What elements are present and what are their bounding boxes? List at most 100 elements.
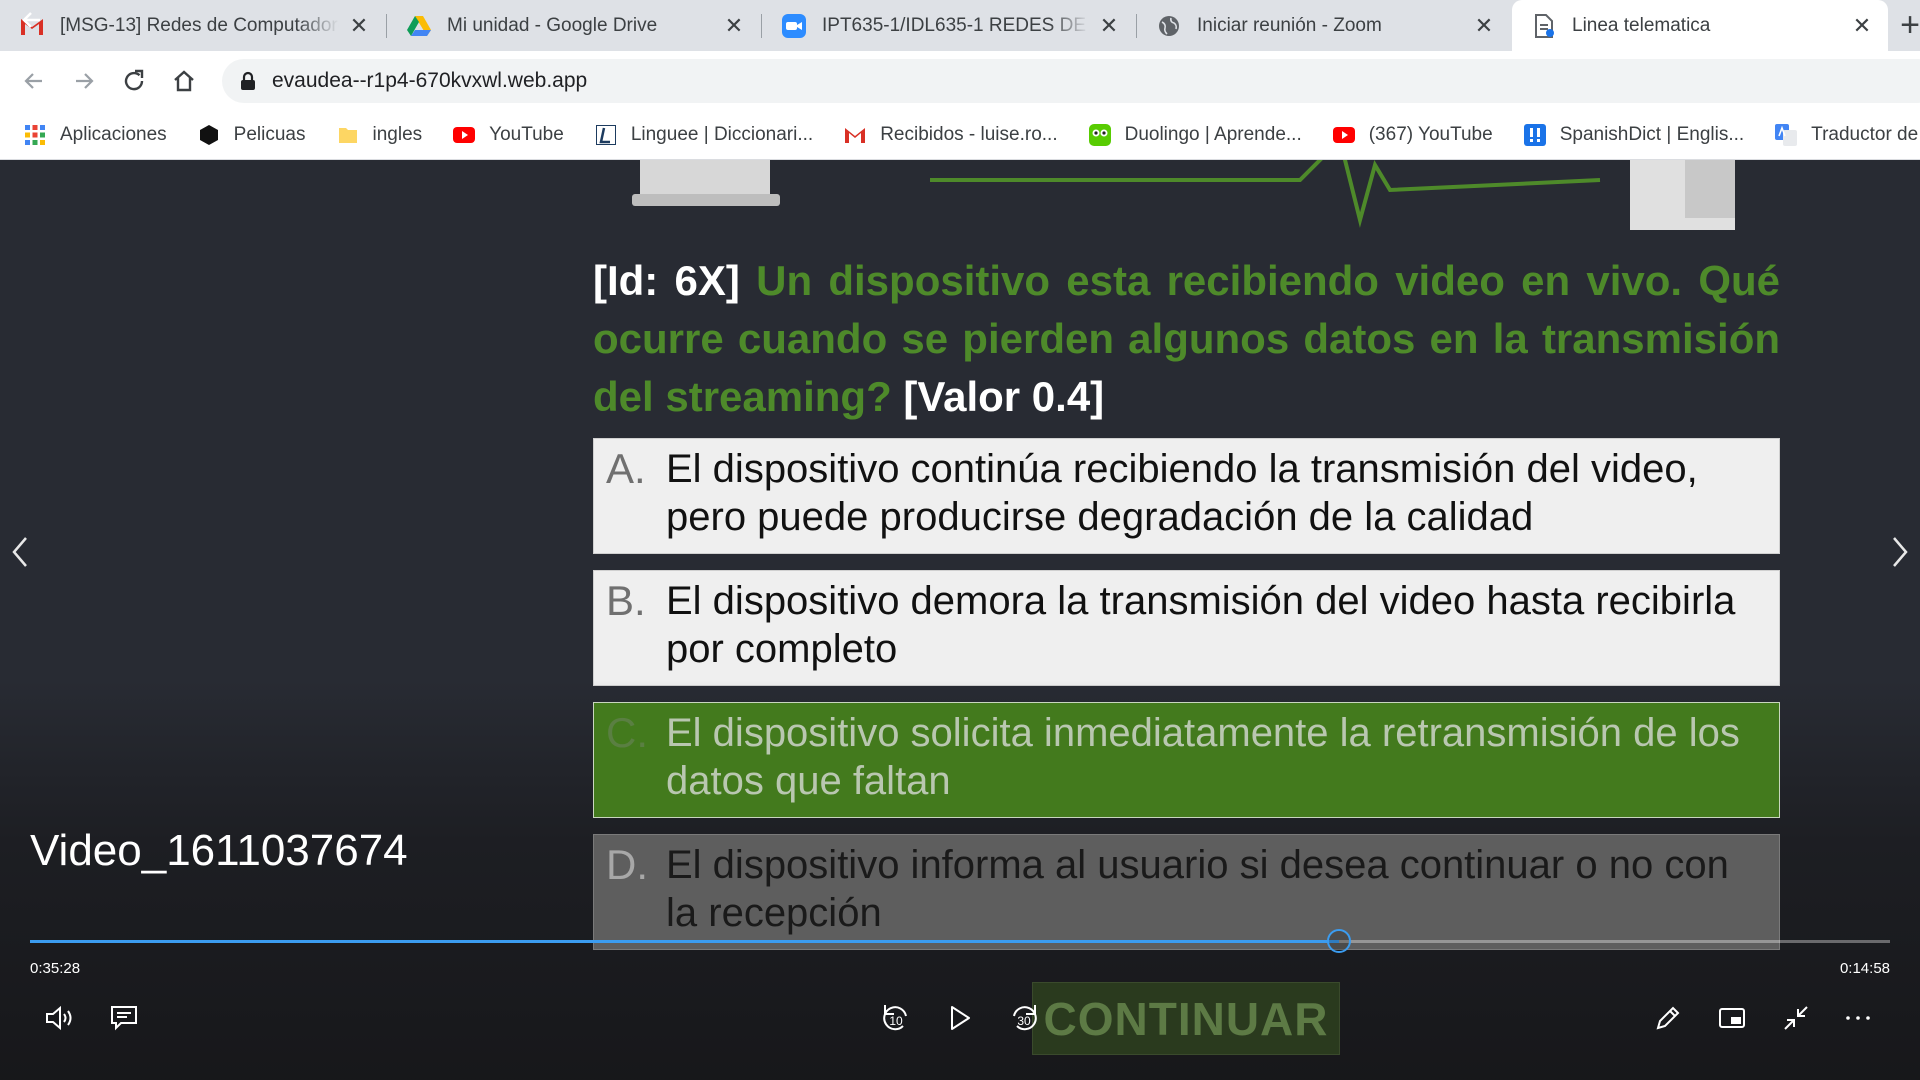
seek-progress	[30, 940, 1339, 943]
edit-button[interactable]	[1648, 998, 1688, 1038]
bookmarks-bar: Aplicaciones Pelicuas ingles YouTube Lin…	[0, 110, 1920, 160]
play-button[interactable]	[940, 998, 980, 1038]
folder-icon	[337, 124, 359, 146]
volume-button[interactable]	[40, 998, 80, 1038]
fast-forward-icon: 30	[1013, 1005, 1037, 1031]
option-b[interactable]: B. El dispositivo demora la transmisión …	[593, 570, 1780, 686]
toolbar: evaudea--r1p4-670kvxwl.web.app	[0, 51, 1920, 110]
bookmark-label: (367) YouTube	[1368, 123, 1493, 145]
exit-fullscreen-button[interactable]	[1776, 998, 1816, 1038]
close-icon[interactable]: ✕	[1099, 14, 1119, 36]
home-icon	[174, 70, 194, 92]
video-player[interactable]: [Id: 6X] Un dispositivo esta recibiendo …	[0, 160, 1920, 1080]
seek-bar[interactable]	[30, 929, 1890, 953]
bookmark-traductor[interactable]: Traductor de Google	[1775, 123, 1920, 146]
play-icon	[951, 1006, 970, 1030]
video-title: Video_1611037674	[30, 826, 408, 875]
option-letter: B.	[606, 577, 646, 624]
skip-forward-button[interactable]: 30	[1004, 998, 1044, 1038]
seek-thumb[interactable]	[1326, 929, 1351, 953]
tab-title: Linea telematica	[1572, 14, 1711, 36]
tab-strip: [MSG-13] Redes de Computadores ✕ Mi unid…	[0, 0, 1920, 51]
bookmark-label: ingles	[372, 123, 423, 145]
bookmark-ingles[interactable]: ingles	[337, 123, 423, 146]
bookmark-label: Aplicaciones	[60, 123, 167, 145]
question-text: [Id: 6X] Un dispositivo esta recibiendo …	[593, 252, 1780, 426]
tab-iniciar-reunion[interactable]: Iniciar reunión - Zoom ✕	[1137, 0, 1510, 51]
arrow-right-icon	[76, 73, 94, 89]
tab-title: Iniciar reunión - Zoom	[1197, 14, 1382, 36]
page-icon	[1532, 13, 1556, 38]
skip-back-button[interactable]: 10	[876, 998, 916, 1038]
close-icon[interactable]: ✕	[349, 14, 369, 36]
continue-button[interactable]: CONTINUAR	[1032, 982, 1340, 1055]
gmail-icon	[844, 124, 866, 146]
bookmark-label: Recibidos - luise.ro...	[880, 123, 1058, 145]
bookmark-youtube[interactable]: YouTube	[453, 124, 564, 146]
captions-button[interactable]	[104, 998, 144, 1038]
next-slide-button[interactable]	[1885, 522, 1915, 582]
back-button[interactable]	[16, 63, 52, 99]
tab-title: IPT635-1/IDL635-1 REDES DE COMPUTADORES	[822, 14, 1089, 36]
tab-google-drive[interactable]: Mi unidad - Google Drive ✕	[387, 0, 760, 51]
option-letter: C.	[606, 709, 648, 756]
option-text: El dispositivo continúa recibiendo la tr…	[666, 447, 1698, 539]
bookmark-aplicaciones[interactable]: Aplicaciones	[24, 124, 167, 146]
close-icon[interactable]: ✕	[724, 14, 744, 36]
network-illustration	[632, 160, 1735, 230]
option-text: El dispositivo solicita inmediatamente l…	[666, 711, 1740, 803]
rewind-icon: 10	[883, 1005, 907, 1031]
elapsed-time: 0:35:28	[30, 960, 81, 977]
bookmark-youtube-367[interactable]: (367) YouTube	[1332, 123, 1493, 146]
volume-icon	[46, 1005, 72, 1031]
option-text: El dispositivo demora la transmisión del…	[666, 579, 1736, 671]
option-a[interactable]: A. El dispositivo continúa recibiendo la…	[593, 438, 1780, 554]
exit-fullscreen-icon	[1784, 1006, 1808, 1030]
chevron-right-icon	[1893, 537, 1908, 567]
tab-msg13[interactable]: [MSG-13] Redes de Computadores ✕	[0, 0, 385, 51]
question-value: [Valor 0.4]	[903, 373, 1105, 420]
mini-player-button[interactable]	[1712, 998, 1752, 1038]
bookmark-linguee[interactable]: Linguee | Diccionari...	[595, 124, 813, 146]
url-text: evaudea--r1p4-670kvxwl.web.app	[272, 69, 588, 92]
skip-forward-label: 30	[1017, 1014, 1031, 1028]
mini-player-icon	[1719, 1008, 1745, 1028]
bookmark-label: Traductor de Google	[1811, 123, 1920, 145]
youtube-icon	[453, 124, 476, 146]
remaining-time: 0:14:58	[1839, 960, 1890, 977]
reload-button[interactable]	[116, 63, 152, 99]
skip-back-label: 10	[889, 1014, 903, 1028]
forward-button[interactable]	[66, 63, 102, 99]
close-icon[interactable]: ✕	[1852, 14, 1872, 36]
google-translate-icon	[1775, 123, 1798, 146]
reload-icon	[124, 69, 144, 91]
bookmark-pelicuas[interactable]: Pelicuas	[198, 124, 306, 146]
tab-linea-telematica[interactable]: Linea telematica ✕	[1512, 0, 1888, 51]
option-c[interactable]: C. El dispositivo solicita inmediatament…	[593, 702, 1780, 818]
tab-title: Mi unidad - Google Drive	[447, 14, 658, 36]
more-options-button[interactable]	[1838, 998, 1878, 1038]
captions-icon	[111, 1006, 137, 1031]
tab-redes-zoom[interactable]: IPT635-1/IDL635-1 REDES DE COMPUTADORES …	[762, 0, 1135, 51]
globe-icon	[1157, 14, 1181, 38]
bookmark-duolingo[interactable]: Duolingo | Aprende...	[1088, 123, 1302, 146]
bookmark-label: Linguee | Diccionari...	[630, 123, 814, 145]
hexagon-icon	[198, 124, 220, 146]
zoom-icon	[782, 13, 806, 38]
apps-grid-icon	[24, 124, 46, 146]
close-icon[interactable]: ✕	[1474, 14, 1494, 36]
google-drive-icon	[407, 14, 431, 38]
youtube-icon	[1332, 124, 1355, 146]
address-bar[interactable]: evaudea--r1p4-670kvxwl.web.app	[222, 59, 1920, 103]
bookmark-spanishdict[interactable]: SpanishDict | Englis...	[1523, 123, 1745, 146]
duolingo-icon	[1088, 123, 1111, 146]
bookmark-recibidos[interactable]: Recibidos - luise.ro...	[844, 123, 1058, 146]
bookmark-label: SpanishDict | Englis...	[1559, 123, 1745, 145]
more-dots-icon	[1846, 1016, 1870, 1020]
previous-slide-button[interactable]	[5, 522, 35, 582]
bookmark-label: Pelicuas	[233, 123, 306, 145]
home-button[interactable]	[166, 63, 202, 99]
bookmark-label: YouTube	[489, 123, 564, 145]
new-tab-icon[interactable]: +	[1890, 8, 1920, 42]
option-d[interactable]: D. El dispositivo informa al usuario si …	[593, 834, 1780, 950]
